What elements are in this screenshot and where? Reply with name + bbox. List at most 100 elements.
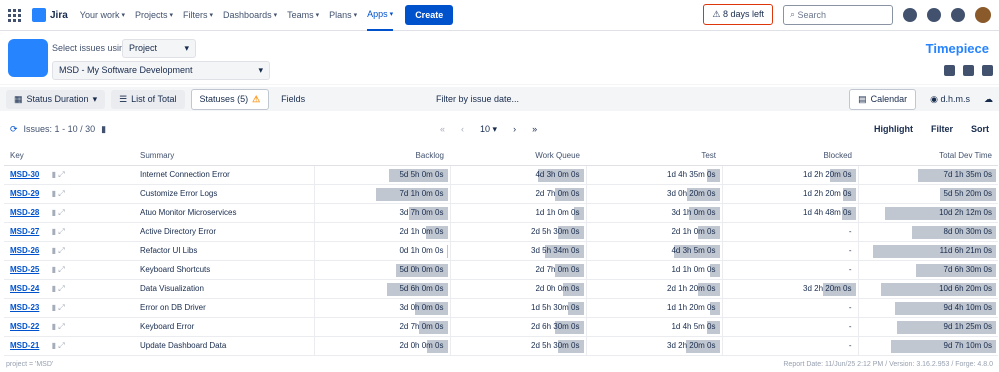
app-switcher-icon[interactable] [8,7,24,23]
issue-link[interactable]: MSD-30 [10,170,39,179]
nav-filters[interactable]: Filters ▾ [183,0,213,31]
fields-button[interactable]: Fields [275,90,311,108]
col-total-dev-time[interactable]: Total Dev Time [858,147,998,166]
issue-link[interactable]: MSD-28 [10,208,39,217]
table-row[interactable]: MSD-27 ▮ ⤢ Active Directory Error 2d 1h 0m… [4,222,998,242]
duration-cell: 2d 1h 0m 0s [313,222,450,242]
issue-key[interactable]: MSD-26 ▮ ⤢ [4,241,134,261]
create-button[interactable]: Create [405,5,454,25]
issue-key[interactable]: MSD-27 ▮ ⤢ [4,222,134,242]
chart-icon[interactable]: ▮ [52,303,56,312]
avatar[interactable] [975,6,991,23]
table-row[interactable]: MSD-25 ▮ ⤢ Keyboard Shortcuts 5d 0h 0m 0s 2… [4,260,998,280]
nav-apps[interactable]: Apps ▾ [367,0,394,31]
help-icon[interactable] [927,7,941,22]
chart-icon[interactable]: ▮ [52,341,56,350]
table-row[interactable]: MSD-22 ▮ ⤢ Keyboard Error 2d 7h 0m 0s 2d 6h… [4,317,998,337]
settings-icon[interactable] [951,7,965,22]
col-backlog[interactable]: Backlog [314,147,450,166]
announce-icon[interactable] [944,65,955,76]
col-blocked[interactable]: Blocked [722,147,858,166]
table-row[interactable]: MSD-21 ▮ ⤢ Update Dashboard Data 2d 0h 0m … [4,336,998,356]
calendar-button[interactable]: ▤ Calendar [849,88,917,110]
nav-dashboards[interactable]: Dashboards ▾ [223,0,277,31]
dhms-toggle[interactable]: ◉ d.h.m.s [924,90,976,109]
trial-badge[interactable]: ⚠ 8 days left [703,4,773,25]
issue-link[interactable]: MSD-24 [10,284,39,293]
chart-icon[interactable]: ▮ [52,189,56,198]
share-icon[interactable] [963,65,974,76]
jira-logo[interactable]: Jira [32,8,68,22]
expand-icon[interactable]: ⤢ [58,189,64,198]
first-page-icon[interactable]: « [440,124,445,134]
issue-link[interactable]: MSD-27 [10,227,39,236]
chart-icon[interactable]: ▮ [52,170,56,179]
search-input[interactable]: ⌕ Search [783,4,893,25]
col-summary[interactable]: Summary [134,147,314,166]
nav-projects[interactable]: Projects ▾ [135,0,173,31]
table-row[interactable]: MSD-23 ▮ ⤢ Error on DB Driver 3d 0h 0m 0s 1… [4,298,998,318]
gear-icon[interactable] [982,65,993,76]
nav-plans[interactable]: Plans ▾ [329,0,357,31]
warning-icon: ⚠ [252,93,261,104]
expand-icon[interactable]: ⤢ [58,341,64,350]
issue-key[interactable]: MSD-24 ▮ ⤢ [4,279,134,299]
list-of-total-button[interactable]: ☰ List of Total [111,89,185,109]
issue-key[interactable]: MSD-22 ▮ ⤢ [4,317,134,337]
chart-icon[interactable]: ▮ [52,246,56,255]
statuses-button[interactable]: Statuses (5) ⚠ [190,88,270,110]
expand-icon[interactable]: ⤢ [58,284,64,293]
filter-button[interactable]: Filter [931,124,953,134]
next-page-icon[interactable]: › [513,124,516,134]
last-page-icon[interactable]: » [532,124,537,134]
expand-icon[interactable]: ⤢ [58,265,64,274]
chart-icon[interactable]: ▮ [52,227,56,236]
nav-teams[interactable]: Teams ▾ [287,0,319,31]
chart-icon[interactable]: ▮ [101,124,106,135]
table-row[interactable]: MSD-29 ▮ ⤢ Customize Error Logs 7d 1h 0m 0… [4,184,998,204]
cloud-download-icon[interactable]: ☁ [984,94,993,105]
mode-select[interactable]: Project ▾ [122,39,196,58]
sort-button[interactable]: Sort [971,124,989,134]
issue-key[interactable]: MSD-23 ▮ ⤢ [4,298,134,318]
prev-page-icon[interactable]: ‹ [461,124,464,134]
issue-link[interactable]: MSD-25 [10,265,39,274]
issue-key[interactable]: MSD-28 ▮ ⤢ [4,203,134,223]
issue-link[interactable]: MSD-29 [10,189,39,198]
table-row[interactable]: MSD-28 ▮ ⤢ Atuo Monitor Microservices 3d 7… [4,203,998,223]
footer-query[interactable]: project = 'MSD' [6,361,53,368]
status-duration-button[interactable]: ▦ Status Duration ▾ [6,89,106,109]
col-test[interactable]: Test [586,147,722,166]
table-row[interactable]: MSD-26 ▮ ⤢ Refactor UI Libs 0d 1h 0m 0s 3d … [4,241,998,261]
duration-cell: 1d 1h 20m 0s [585,298,722,318]
chart-icon[interactable]: ▮ [52,265,56,274]
issue-link[interactable]: MSD-22 [10,322,39,331]
issue-key[interactable]: MSD-29 ▮ ⤢ [4,184,134,204]
expand-icon[interactable]: ⤢ [58,322,64,331]
table-row[interactable]: MSD-30 ▮ ⤢ Internet Connection Error 5d 5h… [4,165,998,185]
expand-icon[interactable]: ⤢ [58,170,64,179]
page-size-select[interactable]: 10 ▾ [480,124,497,135]
filter-date-button[interactable]: Filter by issue date... [436,94,519,104]
issue-link[interactable]: MSD-23 [10,303,39,312]
issue-key[interactable]: MSD-25 ▮ ⤢ [4,260,134,280]
col-work-queue[interactable]: Work Queue [450,147,586,166]
expand-icon[interactable]: ⤢ [58,303,64,312]
nav-your-work[interactable]: Your work ▾ [80,0,125,31]
chart-icon[interactable]: ▮ [52,322,56,331]
expand-icon[interactable]: ⤢ [58,227,64,236]
notifications-icon[interactable] [903,7,917,22]
table-row[interactable]: MSD-24 ▮ ⤢ Data Visualization 5d 6h 0m 0s 2… [4,279,998,299]
expand-icon[interactable]: ⤢ [58,246,64,255]
issue-key[interactable]: MSD-30 ▮ ⤢ [4,165,134,185]
chart-icon[interactable]: ▮ [52,208,56,217]
expand-icon[interactable]: ⤢ [58,208,64,217]
chart-icon[interactable]: ▮ [52,284,56,293]
project-select[interactable]: MSD - My Software Development ▾ [52,61,270,80]
refresh-icon[interactable]: ⟳ [10,124,18,135]
issue-key[interactable]: MSD-21 ▮ ⤢ [4,336,134,356]
col-key[interactable]: Key [4,147,134,166]
highlight-button[interactable]: Highlight [874,124,913,134]
issue-link[interactable]: MSD-21 [10,341,39,350]
issue-link[interactable]: MSD-26 [10,246,39,255]
